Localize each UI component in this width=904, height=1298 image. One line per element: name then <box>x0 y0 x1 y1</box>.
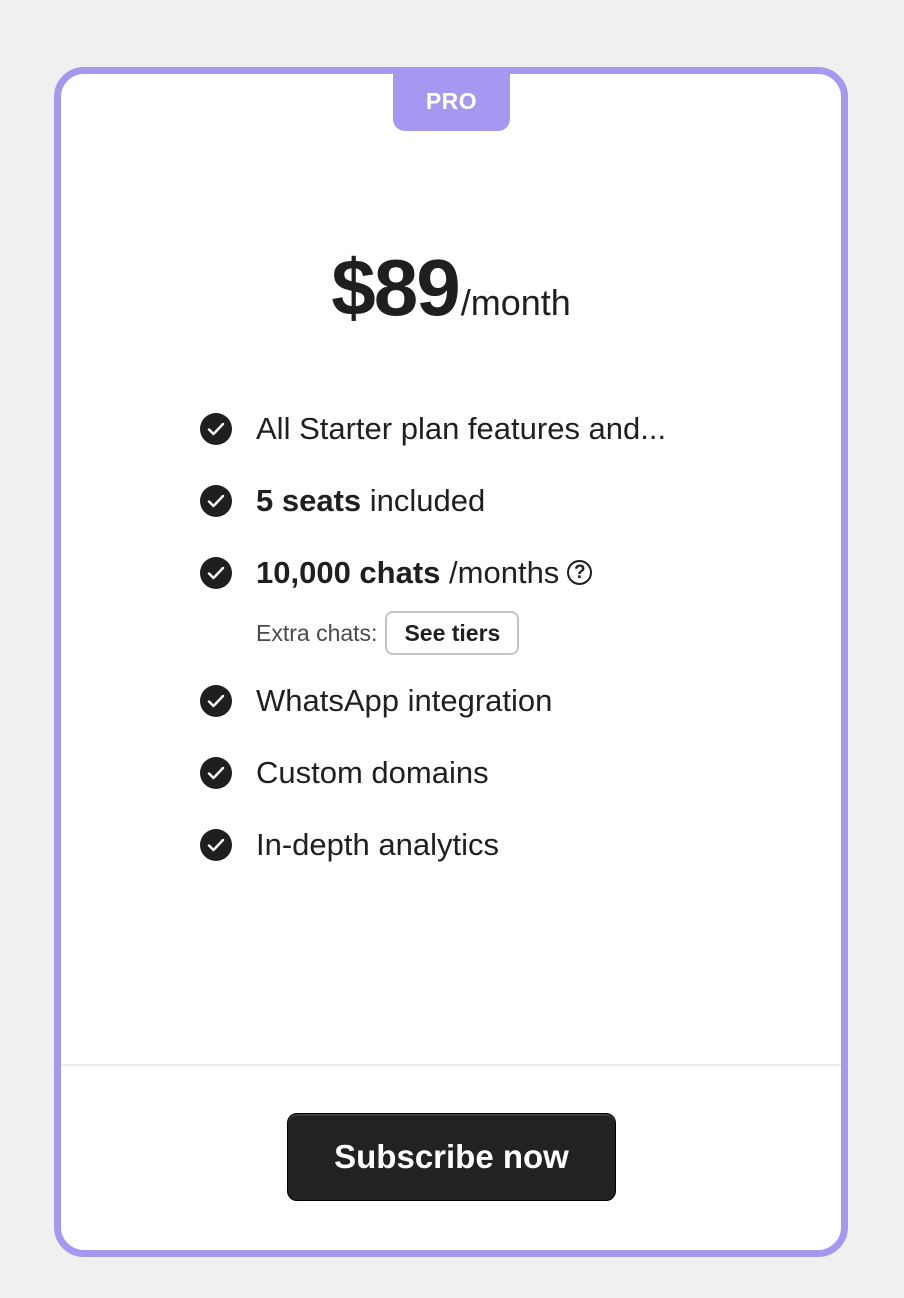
subscribe-button[interactable]: Subscribe now <box>287 1113 616 1201</box>
feature-item: 5 seats included <box>200 481 485 521</box>
feature-label: Custom domains <box>256 755 489 790</box>
price-amount: $89 <box>331 243 460 332</box>
feature-label: WhatsApp integration <box>256 683 553 718</box>
check-circle-icon <box>200 485 232 517</box>
plan-badge: PRO <box>393 72 510 131</box>
check-circle-icon <box>200 829 232 861</box>
check-circle-icon <box>200 413 232 445</box>
feature-item: 10,000 chats /months? <box>200 553 593 593</box>
price-period: /month <box>460 282 571 323</box>
check-circle-icon <box>200 557 232 589</box>
feature-item: All Starter plan features and... <box>200 409 666 449</box>
pricing-card: PRO $89 /month All Starter plan features… <box>54 67 848 1257</box>
price-row: $89 /month <box>61 242 841 334</box>
feature-label: 10,000 chats /months? <box>256 555 593 591</box>
help-icon[interactable]: ? <box>567 560 593 586</box>
feature-label: 5 seats included <box>256 483 486 518</box>
extra-chats-label: Extra chats: <box>256 619 378 646</box>
check-circle-icon <box>200 685 232 717</box>
see-tiers-button[interactable]: See tiers <box>385 611 520 655</box>
check-circle-icon <box>200 757 232 789</box>
extra-chats-row: Extra chats: See tiers <box>256 611 520 655</box>
feature-item: Custom domains <box>200 753 489 793</box>
feature-item: In-depth analytics <box>200 825 499 865</box>
feature-label: In-depth analytics <box>256 827 499 862</box>
feature-item: WhatsApp integration <box>200 681 552 721</box>
feature-label: All Starter plan features and... <box>256 411 667 446</box>
card-divider <box>61 1064 841 1066</box>
